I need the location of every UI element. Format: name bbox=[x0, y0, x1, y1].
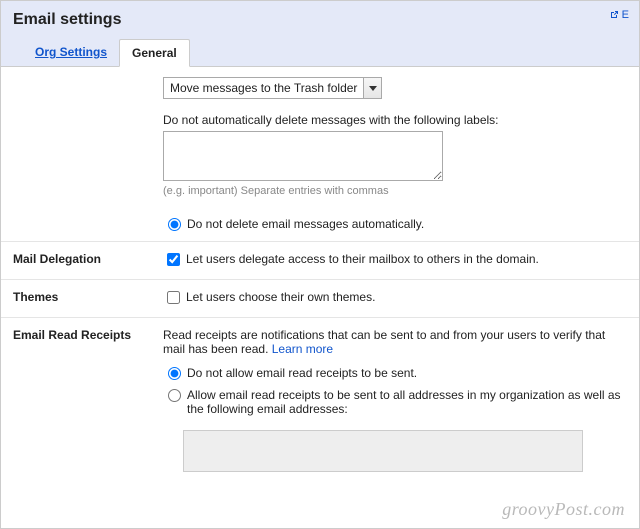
receipts-allow-label: Allow email read receipts to be sent to … bbox=[187, 388, 627, 416]
themes-text: Let users choose their own themes. bbox=[186, 290, 375, 304]
tabs: Org Settings General bbox=[23, 39, 627, 66]
labels-hint: (e.g. important) Separate entries with c… bbox=[163, 185, 627, 197]
read-receipts-cell: Read receipts are notifications that can… bbox=[151, 318, 639, 486]
watermark: groovyPost.com bbox=[502, 499, 625, 520]
header-bar: Email settings E Org Settings General bbox=[1, 1, 639, 67]
do-not-delete-radio[interactable] bbox=[168, 218, 181, 231]
themes-label: Themes bbox=[1, 280, 151, 318]
row-read-receipts: Email Read Receipts Read receipts are no… bbox=[1, 318, 639, 486]
row-auto-delete: Move messages to the Trash folder Do not… bbox=[1, 67, 639, 242]
labels-prompt: Do not automatically delete messages wit… bbox=[163, 113, 627, 127]
receipts-disallow-radio[interactable] bbox=[168, 367, 181, 380]
read-receipts-label: Email Read Receipts bbox=[1, 318, 151, 486]
do-not-delete-label: Do not delete email messages automatical… bbox=[187, 217, 424, 231]
mail-delegation-text: Let users delegate access to their mailb… bbox=[186, 252, 539, 266]
exclude-labels-textarea[interactable] bbox=[163, 131, 443, 181]
mail-delegation-cell: Let users delegate access to their mailb… bbox=[151, 242, 639, 280]
auto-delete-action-select[interactable]: Move messages to the Trash folder bbox=[163, 77, 382, 99]
row-themes: Themes Let users choose their own themes… bbox=[1, 280, 639, 318]
receipts-allow-radio[interactable] bbox=[168, 389, 181, 402]
chevron-down-icon bbox=[363, 78, 381, 98]
auto-delete-label-cell bbox=[1, 67, 151, 242]
themes-cell: Let users choose their own themes. bbox=[151, 280, 639, 318]
receipts-disallow-label: Do not allow email read receipts to be s… bbox=[187, 366, 417, 380]
settings-table: Move messages to the Trash folder Do not… bbox=[1, 67, 639, 485]
mail-delegation-checkbox[interactable] bbox=[167, 253, 180, 266]
read-receipts-desc: Read receipts are notifications that can… bbox=[163, 328, 605, 356]
learn-more-link[interactable]: Learn more bbox=[272, 342, 333, 356]
popout-icon bbox=[609, 10, 619, 20]
themes-checkbox[interactable] bbox=[167, 291, 180, 304]
receipts-addresses-textarea bbox=[183, 430, 583, 472]
content: Move messages to the Trash folder Do not… bbox=[1, 67, 639, 485]
select-value: Move messages to the Trash folder bbox=[164, 78, 363, 98]
mail-delegation-label: Mail Delegation bbox=[1, 242, 151, 280]
popout-link[interactable]: E bbox=[609, 9, 629, 21]
tab-org-settings[interactable]: Org Settings bbox=[23, 39, 119, 66]
row-mail-delegation: Mail Delegation Let users delegate acces… bbox=[1, 242, 639, 280]
page-title: Email settings bbox=[13, 11, 627, 29]
tab-general[interactable]: General bbox=[119, 39, 190, 67]
auto-delete-cell: Move messages to the Trash folder Do not… bbox=[151, 67, 639, 242]
popout-label: E bbox=[622, 9, 629, 21]
